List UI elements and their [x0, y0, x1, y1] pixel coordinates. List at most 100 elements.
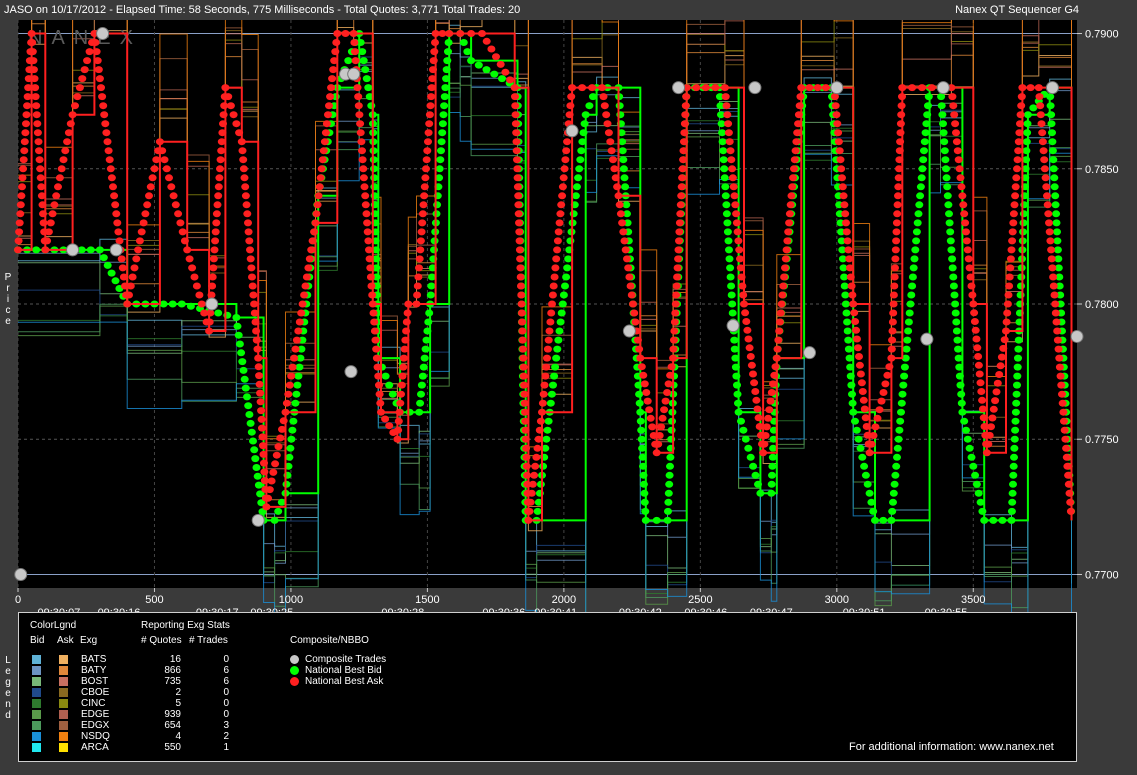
- ask-dot: [412, 300, 421, 308]
- ask-dot: [630, 309, 639, 317]
- ask-dot: [794, 120, 803, 128]
- bid-dot: [370, 165, 378, 173]
- ask-dot: [552, 255, 561, 263]
- bid-dot: [636, 408, 645, 416]
- ask-dot: [262, 503, 271, 511]
- ask-dot: [143, 201, 152, 209]
- ask-dot: [18, 183, 26, 191]
- ask-dot: [1053, 327, 1062, 335]
- ask-dot: [732, 219, 741, 227]
- ask-dot: [894, 183, 903, 191]
- ask-dot: [1005, 273, 1014, 281]
- bid-dot: [370, 183, 379, 191]
- ask-dot: [85, 48, 94, 56]
- ask-dot: [1017, 102, 1026, 110]
- ask-dot: [217, 138, 226, 146]
- ask-dot: [954, 156, 963, 164]
- ask-dot: [426, 102, 435, 110]
- ask-dot: [739, 291, 748, 299]
- ask-dot: [636, 354, 645, 362]
- ask-dot: [764, 414, 773, 422]
- ask-dot: [670, 318, 679, 326]
- bid-dot: [1022, 147, 1031, 155]
- bid-dot: [640, 489, 649, 497]
- ask-dot: [1062, 444, 1071, 452]
- ask-dot: [742, 318, 751, 325]
- ask-dot: [956, 174, 965, 182]
- bid-dot: [894, 435, 903, 443]
- bid-dot: [1009, 462, 1018, 470]
- ask-swatch: [59, 677, 68, 686]
- ask-dot: [834, 129, 843, 137]
- ask-dot: [670, 336, 678, 344]
- bid-dot: [639, 462, 647, 470]
- ask-dot: [701, 84, 710, 92]
- bid-dot: [436, 156, 445, 164]
- ask-dot: [858, 388, 867, 395]
- ask-dot: [35, 156, 44, 164]
- bid-dot: [733, 390, 742, 398]
- ask-dot: [631, 318, 640, 326]
- ask-dot: [160, 156, 169, 164]
- ask-dot: [681, 111, 690, 119]
- ask-dot: [356, 129, 365, 137]
- ask-dot: [301, 282, 310, 290]
- ask-dot: [71, 102, 79, 110]
- bid-dot: [869, 507, 878, 515]
- ask-dot: [526, 498, 535, 506]
- ask-dot: [238, 147, 247, 155]
- ask-dot: [522, 453, 531, 461]
- ask-dot: [955, 165, 964, 173]
- ask-dot: [1038, 138, 1047, 146]
- ask-dot: [893, 201, 902, 209]
- y-tick-label: 0.7800: [1085, 299, 1119, 311]
- ask-dot: [737, 273, 746, 281]
- ask-dot: [736, 255, 744, 263]
- ask-dot: [558, 183, 567, 191]
- ask-dot: [781, 255, 790, 263]
- ask-dot: [148, 174, 157, 182]
- bid-dot: [954, 345, 963, 353]
- bid-dot: [1049, 165, 1058, 173]
- ask-dot: [315, 183, 324, 191]
- ask-dot: [180, 237, 189, 245]
- ask-dot: [30, 75, 39, 83]
- bid-dot: [744, 444, 753, 452]
- ask-dot: [671, 309, 680, 317]
- ask-dot: [831, 102, 840, 110]
- bid-dot: [952, 318, 961, 326]
- ask-dot: [721, 93, 730, 101]
- bid-swatch: [32, 655, 41, 664]
- ask-dot: [34, 138, 43, 146]
- bid-dot: [1010, 453, 1018, 461]
- bid-dot: [533, 507, 542, 515]
- bid-dot: [978, 507, 987, 515]
- bid-dot: [887, 516, 896, 524]
- ask-dot: [1057, 381, 1066, 389]
- ask-dot: [519, 372, 528, 380]
- bid-dot: [416, 399, 425, 407]
- ask-dot: [101, 120, 110, 128]
- ask-dot: [514, 201, 523, 209]
- bid-dot: [459, 39, 468, 46]
- bid-dot: [1013, 372, 1022, 380]
- ask-dot: [778, 291, 787, 299]
- ask-dot: [989, 405, 998, 413]
- ask-dot: [753, 405, 762, 413]
- ask-dot: [978, 396, 987, 404]
- composite-label: Composite Trades: [305, 654, 387, 665]
- ask-dot: [174, 210, 183, 218]
- ask-dot: [618, 219, 627, 227]
- ask-dot: [114, 228, 123, 236]
- bid-dot: [417, 381, 426, 389]
- bid-dot: [274, 507, 283, 515]
- bid-dot: [972, 480, 981, 488]
- ask-dot: [209, 255, 218, 263]
- bid-dot: [731, 363, 740, 371]
- bid-dot: [911, 246, 920, 254]
- bid-dot: [668, 417, 676, 425]
- bid-dot: [941, 156, 950, 164]
- bid-dot: [422, 336, 431, 344]
- ask-dot: [267, 477, 276, 485]
- bid-dot: [912, 237, 921, 245]
